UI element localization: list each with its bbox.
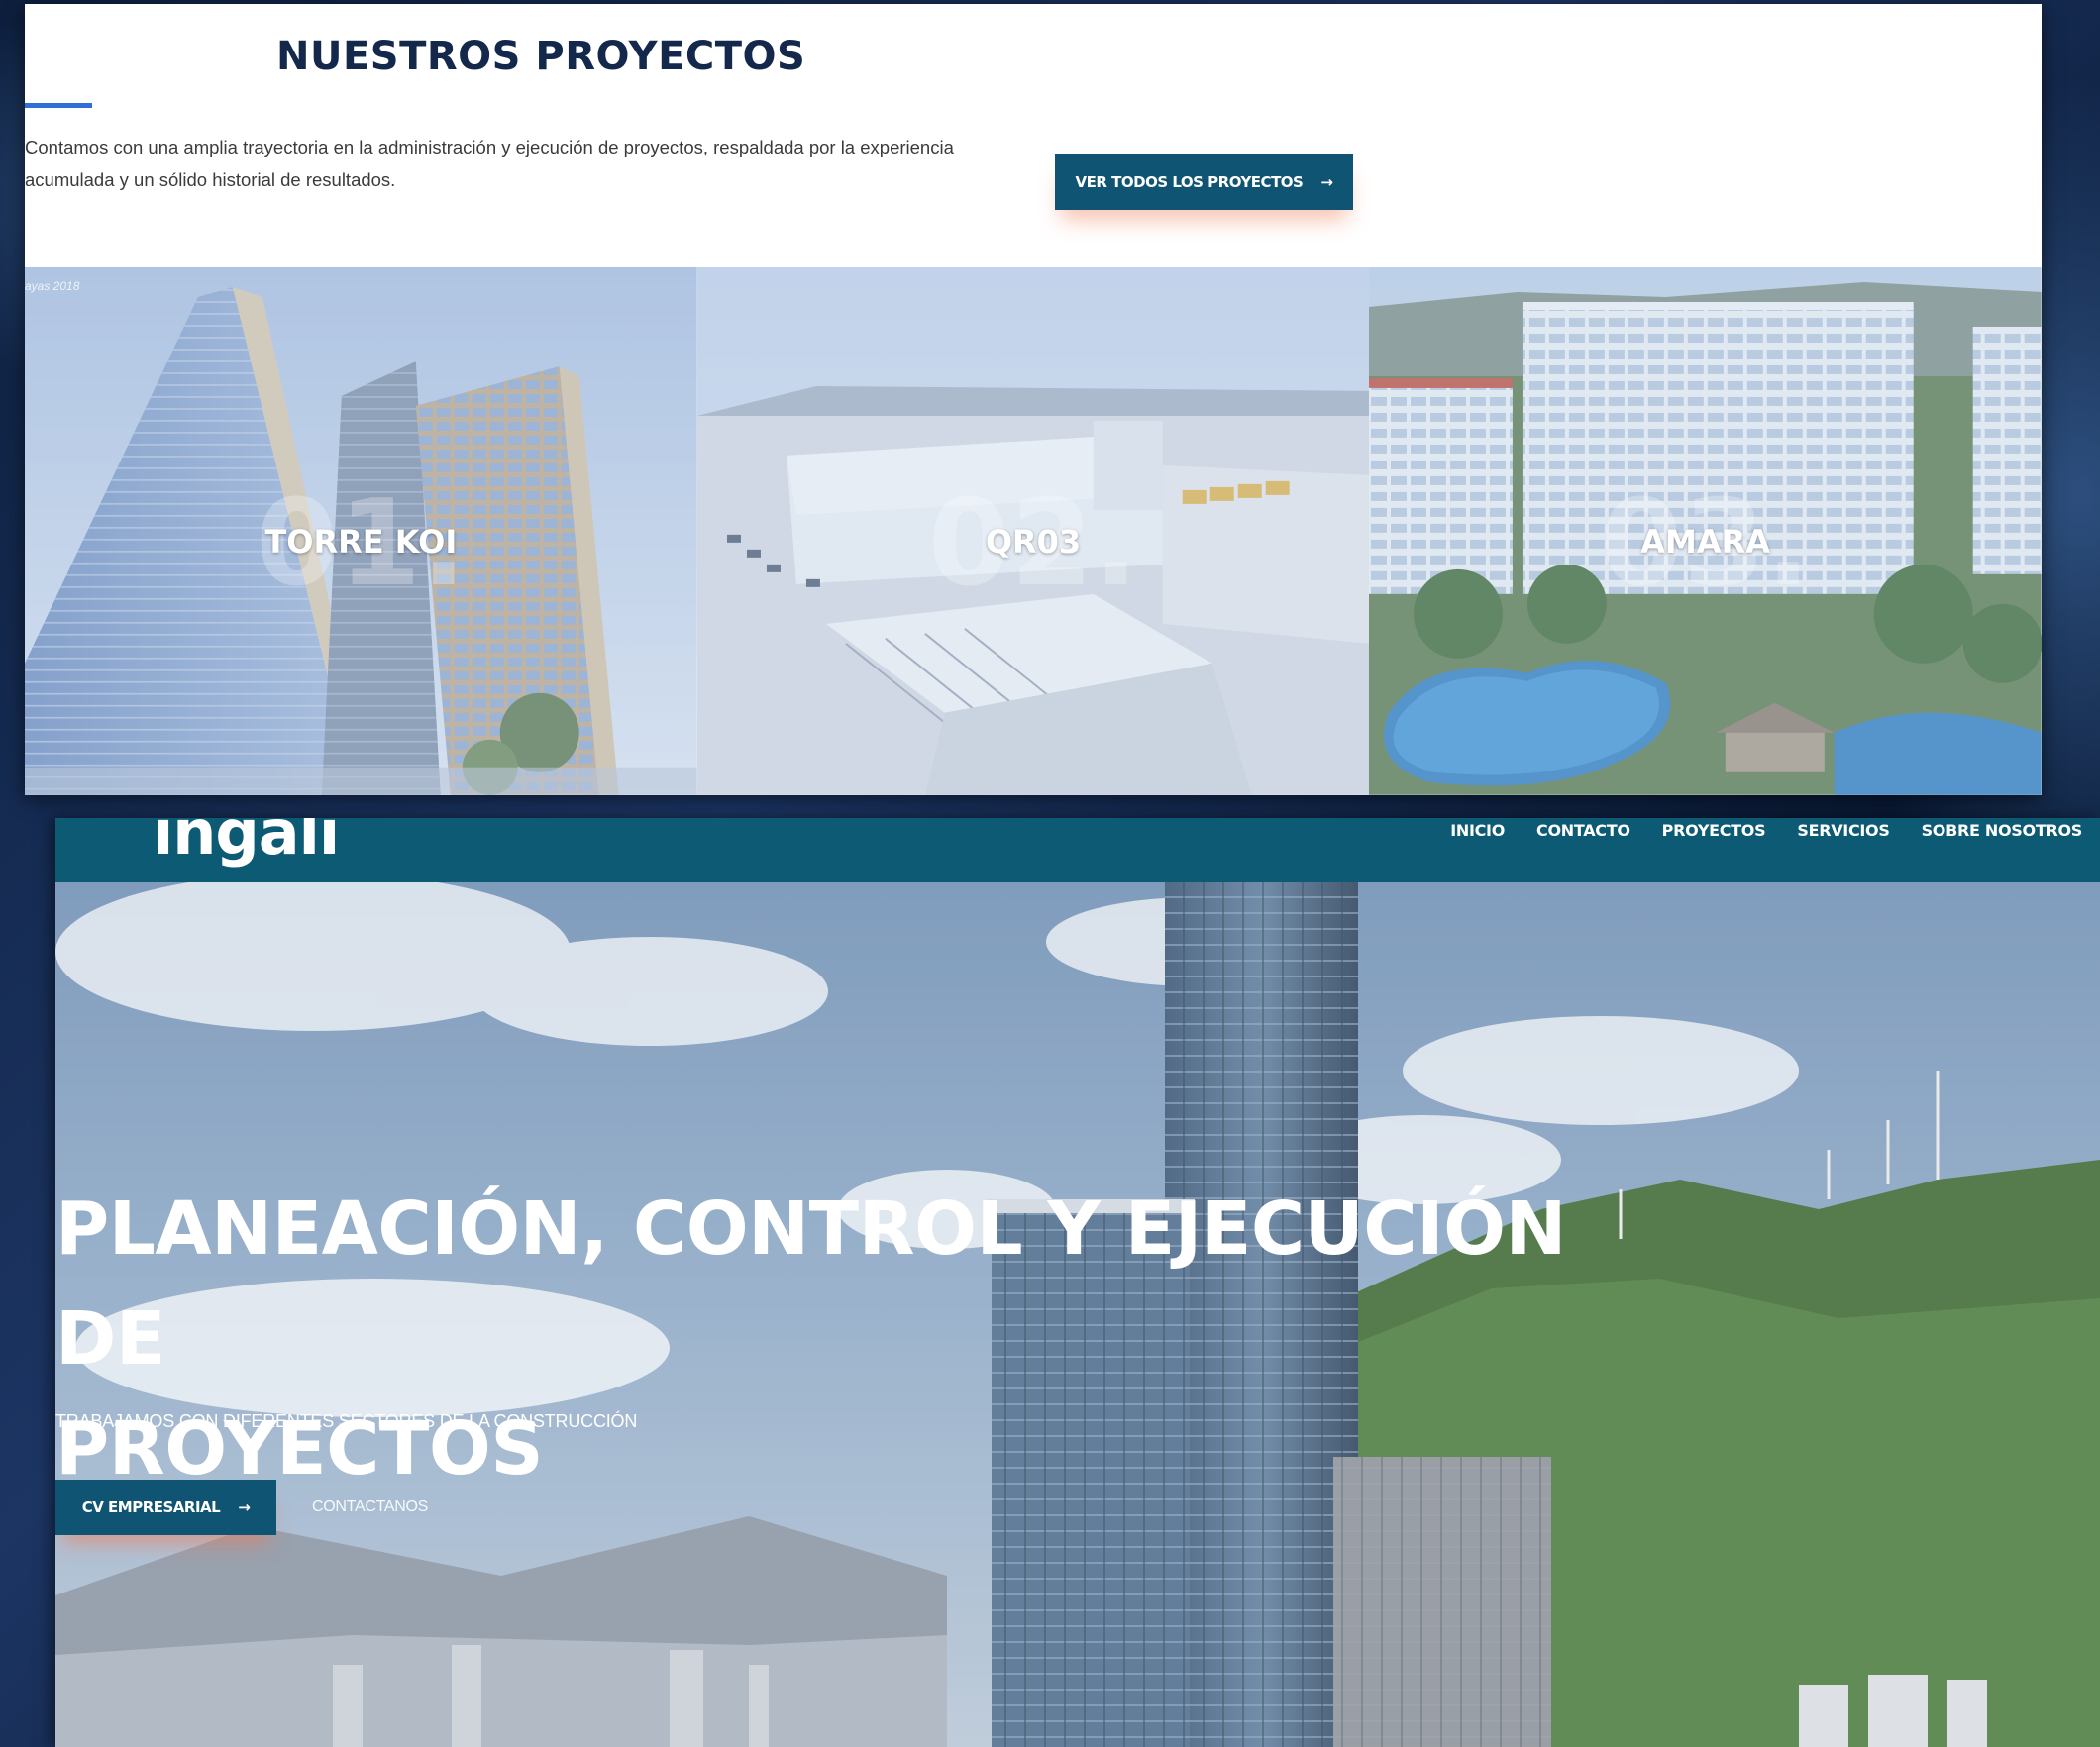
title-accent-line — [25, 103, 92, 108]
nav-item-contacto[interactable]: CONTACTO — [1536, 821, 1630, 840]
card-title: AMARA — [1640, 523, 1771, 561]
contactanos-link[interactable]: CONTACTANOS — [312, 1498, 428, 1516]
view-all-projects-label: VER TODOS LOS PROYECTOS — [1075, 173, 1304, 191]
projects-description: Contamos con una amplia trayectoria en l… — [25, 131, 976, 196]
description-line-1: Contamos con una amplia trayectoria en l… — [25, 137, 954, 157]
projects-section: NUESTROS PROYECTOS Contamos con una ampl… — [25, 4, 2042, 795]
nav-item-servicios[interactable]: SERVICIOS — [1797, 821, 1890, 840]
project-card-torre-koi[interactable]: ayas 2018 01. TORRE KOI — [25, 267, 697, 795]
top-navbar: ingali INICIO CONTACTO PROYECTOS SERVICI… — [55, 818, 2100, 882]
card-title: QR03 — [985, 523, 1082, 561]
hero-heading-line-1: PLANEACIÓN, CONTROL Y EJECUCIÓN DE — [55, 1186, 1566, 1382]
hero-subtitle: TRABAJAMOS CON DIFERENTES SECTORES DE LA… — [55, 1411, 638, 1431]
projects-title: NUESTROS PROYECTOS — [276, 34, 806, 79]
image-watermark: ayas 2018 — [25, 279, 80, 293]
nav-item-sobre-nosotros[interactable]: SOBRE NOSOTROS — [1922, 821, 2083, 840]
card-title: TORRE KOI — [264, 523, 458, 561]
project-cards: ayas 2018 01. TORRE KOI 02. QR03 03. AMA… — [25, 267, 2042, 795]
cv-empresarial-button[interactable]: CV EMPRESARIAL → — [55, 1480, 276, 1535]
arrow-right-icon: → — [238, 1498, 251, 1516]
main-nav: INICIO CONTACTO PROYECTOS SERVICIOS SOBR… — [1450, 818, 2100, 848]
ingali-logo[interactable]: ingali — [153, 818, 340, 869]
project-card-amara[interactable]: 03. AMARA — [1369, 267, 2042, 795]
nav-item-proyectos[interactable]: PROYECTOS — [1662, 821, 1766, 840]
hero-section: ingali INICIO CONTACTO PROYECTOS SERVICI… — [55, 818, 2100, 1747]
cv-empresarial-label: CV EMPRESARIAL — [81, 1498, 221, 1516]
hero-heading: PLANEACIÓN, CONTROL Y EJECUCIÓN DE PROYE… — [55, 1175, 1640, 1504]
nav-item-inicio[interactable]: INICIO — [1450, 821, 1505, 840]
description-line-2: acumulada y un sólido historial de resul… — [25, 169, 396, 190]
project-card-qr03[interactable]: 02. QR03 — [696, 267, 1370, 795]
view-all-projects-button[interactable]: VER TODOS LOS PROYECTOS → — [1055, 154, 1353, 210]
arrow-right-icon: → — [1320, 173, 1333, 191]
